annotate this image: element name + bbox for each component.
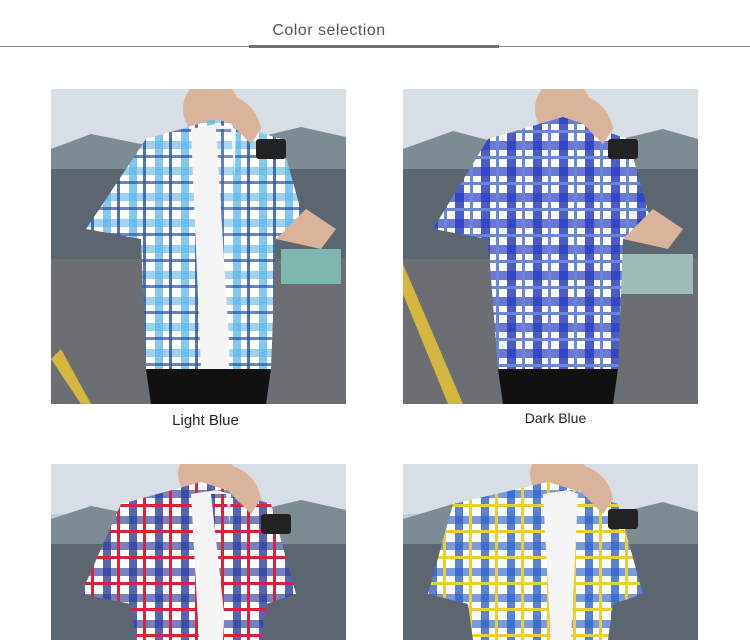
section-title: Color selection: [272, 22, 386, 39]
product-caption: Light Blue: [172, 412, 239, 429]
light-blue-shirt-photo[interactable]: [51, 89, 346, 404]
red-blue-shirt-photo[interactable]: [51, 464, 346, 640]
dark-blue-shirt-photo[interactable]: [403, 89, 698, 404]
product-caption: Dark Blue: [524, 410, 587, 426]
header-accent-bar: [249, 45, 499, 48]
yellow-blue-shirt-photo[interactable]: [403, 464, 698, 640]
